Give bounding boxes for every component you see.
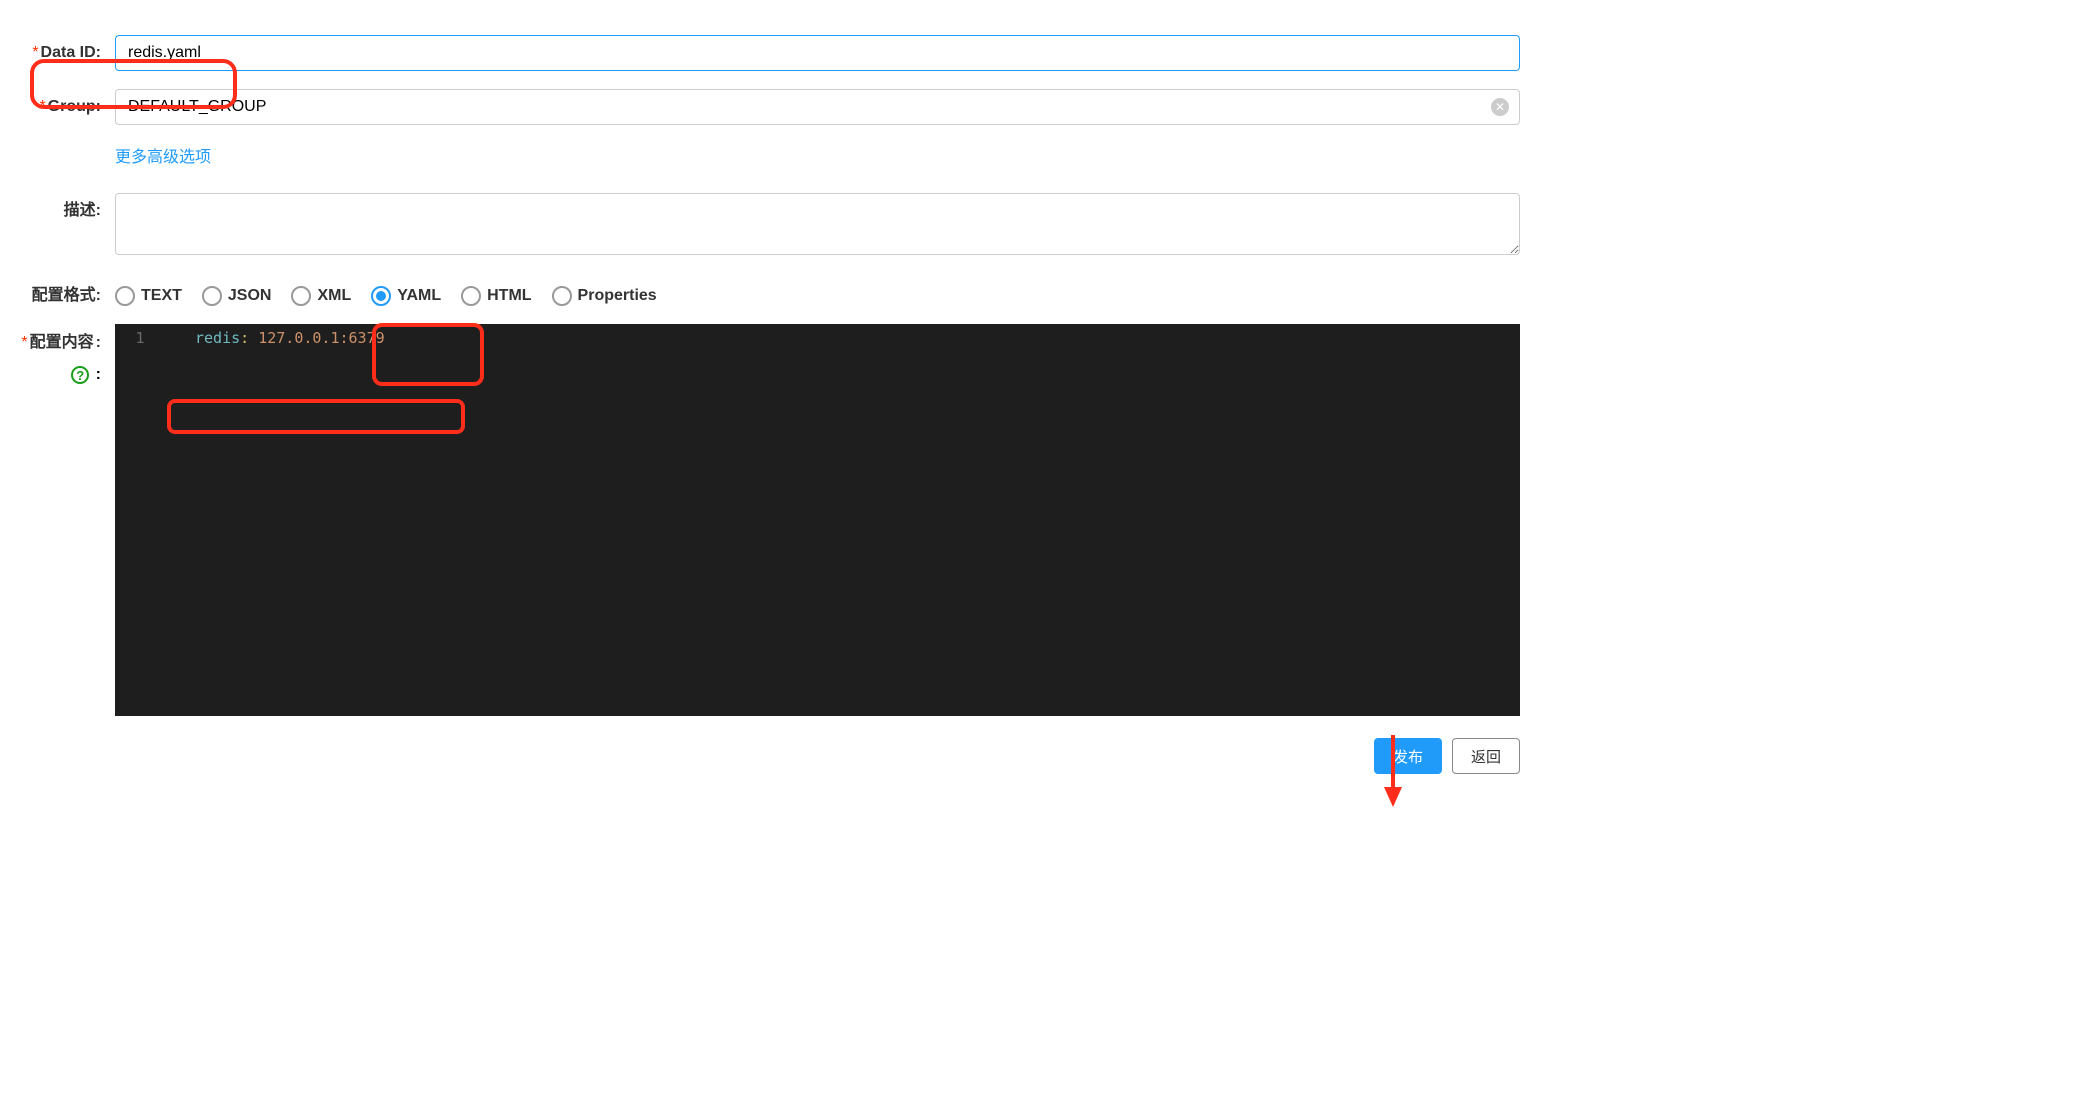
advanced-options-link[interactable]: 更多高级选项 [115, 149, 211, 166]
help-icon[interactable]: ? [71, 366, 89, 384]
group-label-text: Group: [48, 98, 101, 115]
clear-icon[interactable]: ✕ [1491, 98, 1509, 116]
data-id-label: *Data ID: [20, 35, 115, 71]
group-label: *Group: [20, 89, 115, 125]
required-asterisk: * [32, 44, 38, 61]
config-format-label: 配置格式: [20, 278, 115, 314]
publish-button[interactable]: 发布 [1374, 738, 1442, 774]
description-textarea[interactable] [115, 193, 1520, 255]
back-button[interactable]: 返回 [1452, 738, 1520, 774]
code-key: redis [195, 329, 240, 347]
radio-properties-label: Properties [578, 287, 657, 305]
radio-circle-icon [552, 286, 572, 306]
config-content-label: *配置内容: [21, 334, 101, 351]
radio-xml-label: XML [317, 287, 351, 305]
radio-text[interactable]: TEXT [115, 286, 182, 306]
data-id-input[interactable] [115, 35, 1520, 71]
help-colon: : [96, 366, 101, 383]
config-content-label-text: 配置内容 [30, 334, 94, 351]
radio-properties[interactable]: Properties [552, 286, 657, 306]
radio-xml[interactable]: XML [291, 286, 351, 306]
radio-json-label: JSON [228, 287, 272, 305]
required-asterisk: * [21, 334, 27, 351]
radio-yaml-label: YAML [397, 287, 441, 305]
radio-text-label: TEXT [141, 287, 182, 305]
code-editor[interactable]: 1 redis: 127.0.0.1:6379 [115, 324, 1520, 716]
required-asterisk: * [39, 98, 45, 115]
radio-circle-icon [291, 286, 311, 306]
radio-circle-icon [202, 286, 222, 306]
description-label: 描述: [20, 193, 115, 222]
radio-circle-icon [461, 286, 481, 306]
code-content: redis: 127.0.0.1:6379 [165, 328, 385, 348]
data-id-label-text: Data ID: [41, 44, 101, 61]
line-number: 1 [115, 328, 165, 348]
radio-circle-icon [115, 286, 135, 306]
group-input[interactable] [128, 90, 1483, 124]
code-value: 127.0.0.1:6379 [258, 329, 384, 347]
code-separator: : [240, 329, 258, 347]
radio-json[interactable]: JSON [202, 286, 272, 306]
radio-html[interactable]: HTML [461, 286, 531, 306]
description-label-text: 描述: [64, 202, 101, 219]
radio-circle-icon [371, 286, 391, 306]
config-format-label-text: 配置格式: [32, 287, 101, 304]
radio-yaml[interactable]: YAML [371, 286, 441, 306]
radio-html-label: HTML [487, 287, 531, 305]
